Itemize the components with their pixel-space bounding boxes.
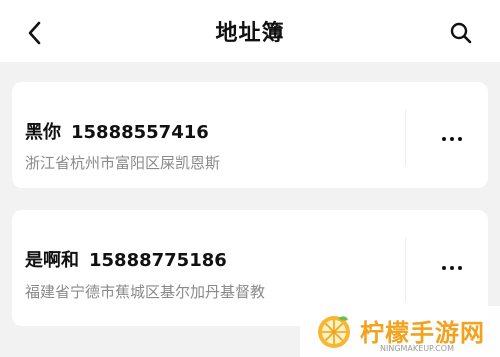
watermark-brand: 柠檬手游网 [360,319,485,347]
more-options-button[interactable] [434,124,470,154]
contact-address: 浙江省杭州市富阳区屎凯恩斯 [25,154,221,172]
watermark-url: NINGMAKEUP.COM [380,344,454,353]
address-card[interactable]: 黑你 15888557416 浙江省杭州市富阳区屎凯恩斯 [12,82,488,188]
contact-line: 是啊和 15888775186 [25,246,227,272]
lemon-logo-icon [318,316,350,348]
page-title: 地址簿 [215,21,285,46]
contact-name: 黑你 [25,122,61,143]
card-divider [405,110,406,166]
contact-phone: 15888775186 [89,250,227,271]
card-divider [405,238,406,302]
more-options-button[interactable] [434,253,470,283]
more-dot [442,266,446,270]
more-dot [458,266,462,270]
search-button[interactable] [446,18,476,48]
more-dot [450,137,454,141]
contact-line: 黑你 15888557416 [25,118,209,144]
watermark: 柠檬手游网 NINGMAKEUP.COM [300,306,500,357]
more-dot [458,137,462,141]
more-dot [450,266,454,270]
contact-phone: 15888557416 [71,122,209,143]
contact-address: 福建省宁德市蕉城区基尔加丹基督教 [25,283,266,301]
contact-name: 是啊和 [25,250,79,271]
top-bar: 地址簿 [0,0,500,62]
more-dot [442,137,446,141]
search-icon [450,22,472,44]
